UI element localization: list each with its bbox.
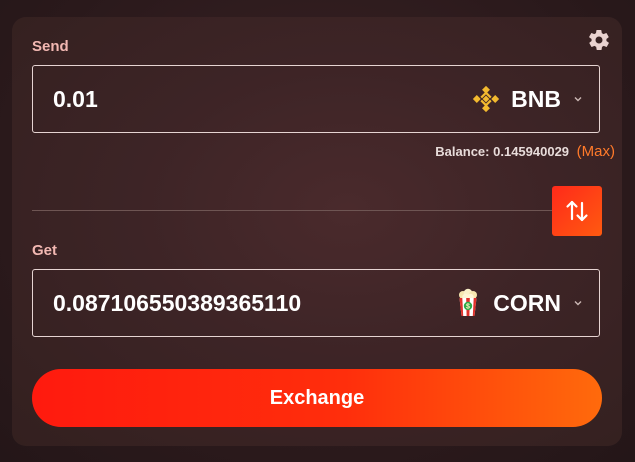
bnb-logo-icon bbox=[471, 84, 501, 114]
divider bbox=[32, 210, 552, 211]
send-label: Send bbox=[32, 38, 69, 55]
get-amount-input[interactable] bbox=[53, 270, 433, 336]
svg-text:$: $ bbox=[466, 304, 470, 311]
send-amount-input[interactable] bbox=[53, 66, 433, 132]
balance-row: Balance: 0.145940029 (Max) bbox=[435, 143, 615, 160]
balance-label: Balance: bbox=[435, 144, 490, 159]
send-token-name: BNB bbox=[511, 85, 561, 112]
swap-button[interactable] bbox=[552, 186, 602, 236]
swap-arrows-icon bbox=[566, 200, 588, 222]
send-field: BNB bbox=[32, 65, 600, 133]
get-token-name: CORN bbox=[493, 289, 561, 316]
chevron-down-icon bbox=[574, 97, 582, 102]
balance-value: 0.145940029 bbox=[493, 144, 570, 159]
gear-icon[interactable] bbox=[587, 28, 611, 52]
exchange-button[interactable]: Exchange bbox=[32, 369, 602, 427]
popcorn-token-icon: $ bbox=[453, 288, 483, 318]
get-label: Get bbox=[32, 242, 58, 259]
send-token-select[interactable]: BNB bbox=[471, 66, 583, 132]
get-token-select[interactable]: $ CORN bbox=[453, 270, 583, 336]
get-field: $ CORN bbox=[32, 269, 600, 337]
chevron-down-icon bbox=[574, 301, 582, 306]
max-button[interactable]: (Max) bbox=[577, 143, 615, 160]
